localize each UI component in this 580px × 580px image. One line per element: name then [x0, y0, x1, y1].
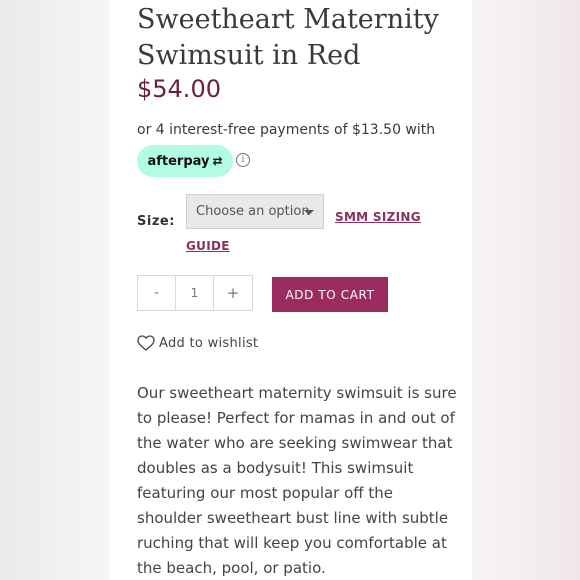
- size-label: Size:: [137, 214, 175, 229]
- heart-icon: [137, 335, 155, 351]
- afterpay-logo-icon: ⇄: [212, 154, 223, 168]
- page-background-right: [472, 0, 580, 580]
- page-background-left: [0, 0, 110, 580]
- add-to-wishlist-link[interactable]: Add to wishlist: [137, 335, 258, 351]
- afterpay-badge[interactable]: afterpay ⇄: [137, 145, 233, 177]
- afterpay-label: afterpay: [147, 153, 210, 169]
- sizing-guide-link[interactable]: SMM SIZING GUIDE: [186, 203, 446, 261]
- add-to-cart-button[interactable]: ADD TO CART: [272, 277, 388, 312]
- product-title: Sweetheart Maternity Swimsuit in Red: [137, 4, 439, 71]
- quantity-input[interactable]: 1: [176, 276, 213, 310]
- product-panel: Sweetheart Maternity Swimsuit in Red $54…: [110, 0, 472, 580]
- quantity-decrease-button[interactable]: -: [138, 276, 176, 310]
- quantity-stepper[interactable]: - 1 +: [137, 275, 253, 311]
- info-icon[interactable]: i: [236, 153, 250, 167]
- product-description: Our sweetheart maternity swimsuit is sur…: [137, 384, 457, 577]
- installments-text: or 4 interest-free payments of $13.50 wi…: [137, 122, 436, 138]
- product-price: $54.00: [137, 75, 221, 103]
- wishlist-label: Add to wishlist: [159, 335, 259, 351]
- quantity-increase-button[interactable]: +: [213, 276, 252, 310]
